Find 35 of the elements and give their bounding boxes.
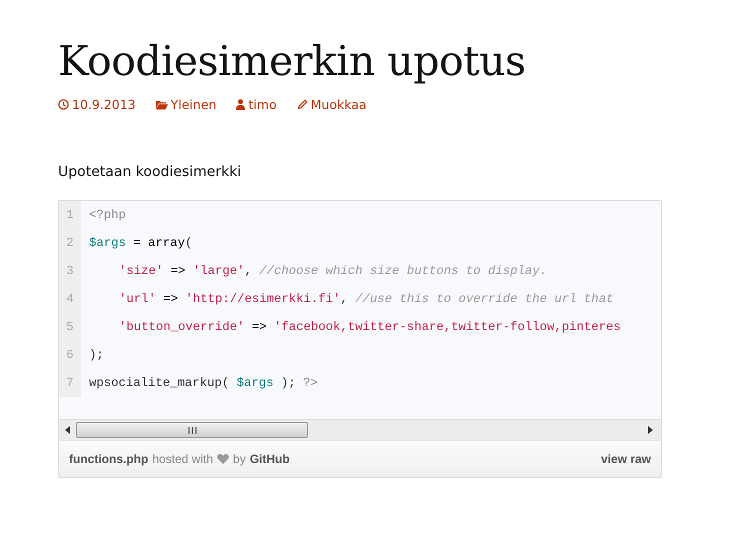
footer-text: by — [233, 452, 246, 466]
line-number: 2 — [59, 229, 81, 257]
footer-text: hosted with — [152, 452, 214, 466]
pencil-icon — [296, 99, 308, 110]
line-number: 3 — [59, 257, 81, 285]
line-number: 5 — [59, 313, 81, 341]
code-line: 'button_override' => 'facebook,twitter-share,twitter-follow,pinteres — [118, 320, 621, 334]
scroll-right-icon — [648, 426, 653, 434]
grip-icon — [188, 426, 196, 434]
host-link[interactable]: GitHub — [250, 452, 290, 466]
code-line: wpsocialite_markup( $args ); ?> — [88, 376, 318, 390]
scrollbar-thumb[interactable] — [76, 422, 308, 438]
post-meta-link[interactable]: 10.9.2013 — [58, 97, 136, 112]
code-line: 'url' => 'http://esimerkki.fi', //use this to override the url that — [118, 292, 614, 306]
line-number: 7 — [59, 369, 81, 397]
folder-icon — [156, 100, 168, 110]
code-line: ); — [88, 348, 104, 362]
scroll-left-icon — [65, 426, 70, 434]
line-number: 4 — [59, 285, 81, 313]
post-meta-link[interactable]: Yleinen — [156, 97, 216, 112]
post-meta-link[interactable]: Muokkaa — [296, 97, 367, 112]
line-number: 1 — [59, 201, 81, 229]
code-line: <?php — [88, 208, 126, 222]
clock-icon — [58, 99, 69, 110]
post-paragraph: Upotetaan koodiesimerkki — [58, 164, 242, 180]
code-line: $args = array( — [88, 236, 192, 250]
horizontal-scrollbar[interactable] — [59, 419, 661, 440]
code-line: 'size' => 'large', //choose which size buttons to display. — [118, 264, 548, 278]
post-meta-link[interactable]: timo — [236, 97, 277, 112]
heart-icon — [217, 454, 230, 464]
person-icon — [236, 99, 246, 110]
file-link[interactable]: functions.php — [69, 452, 148, 466]
view-raw-link[interactable]: view raw — [600, 452, 651, 466]
line-number: 6 — [59, 341, 81, 369]
post-title: Koodiesimerkin upotus — [58, 36, 527, 87]
